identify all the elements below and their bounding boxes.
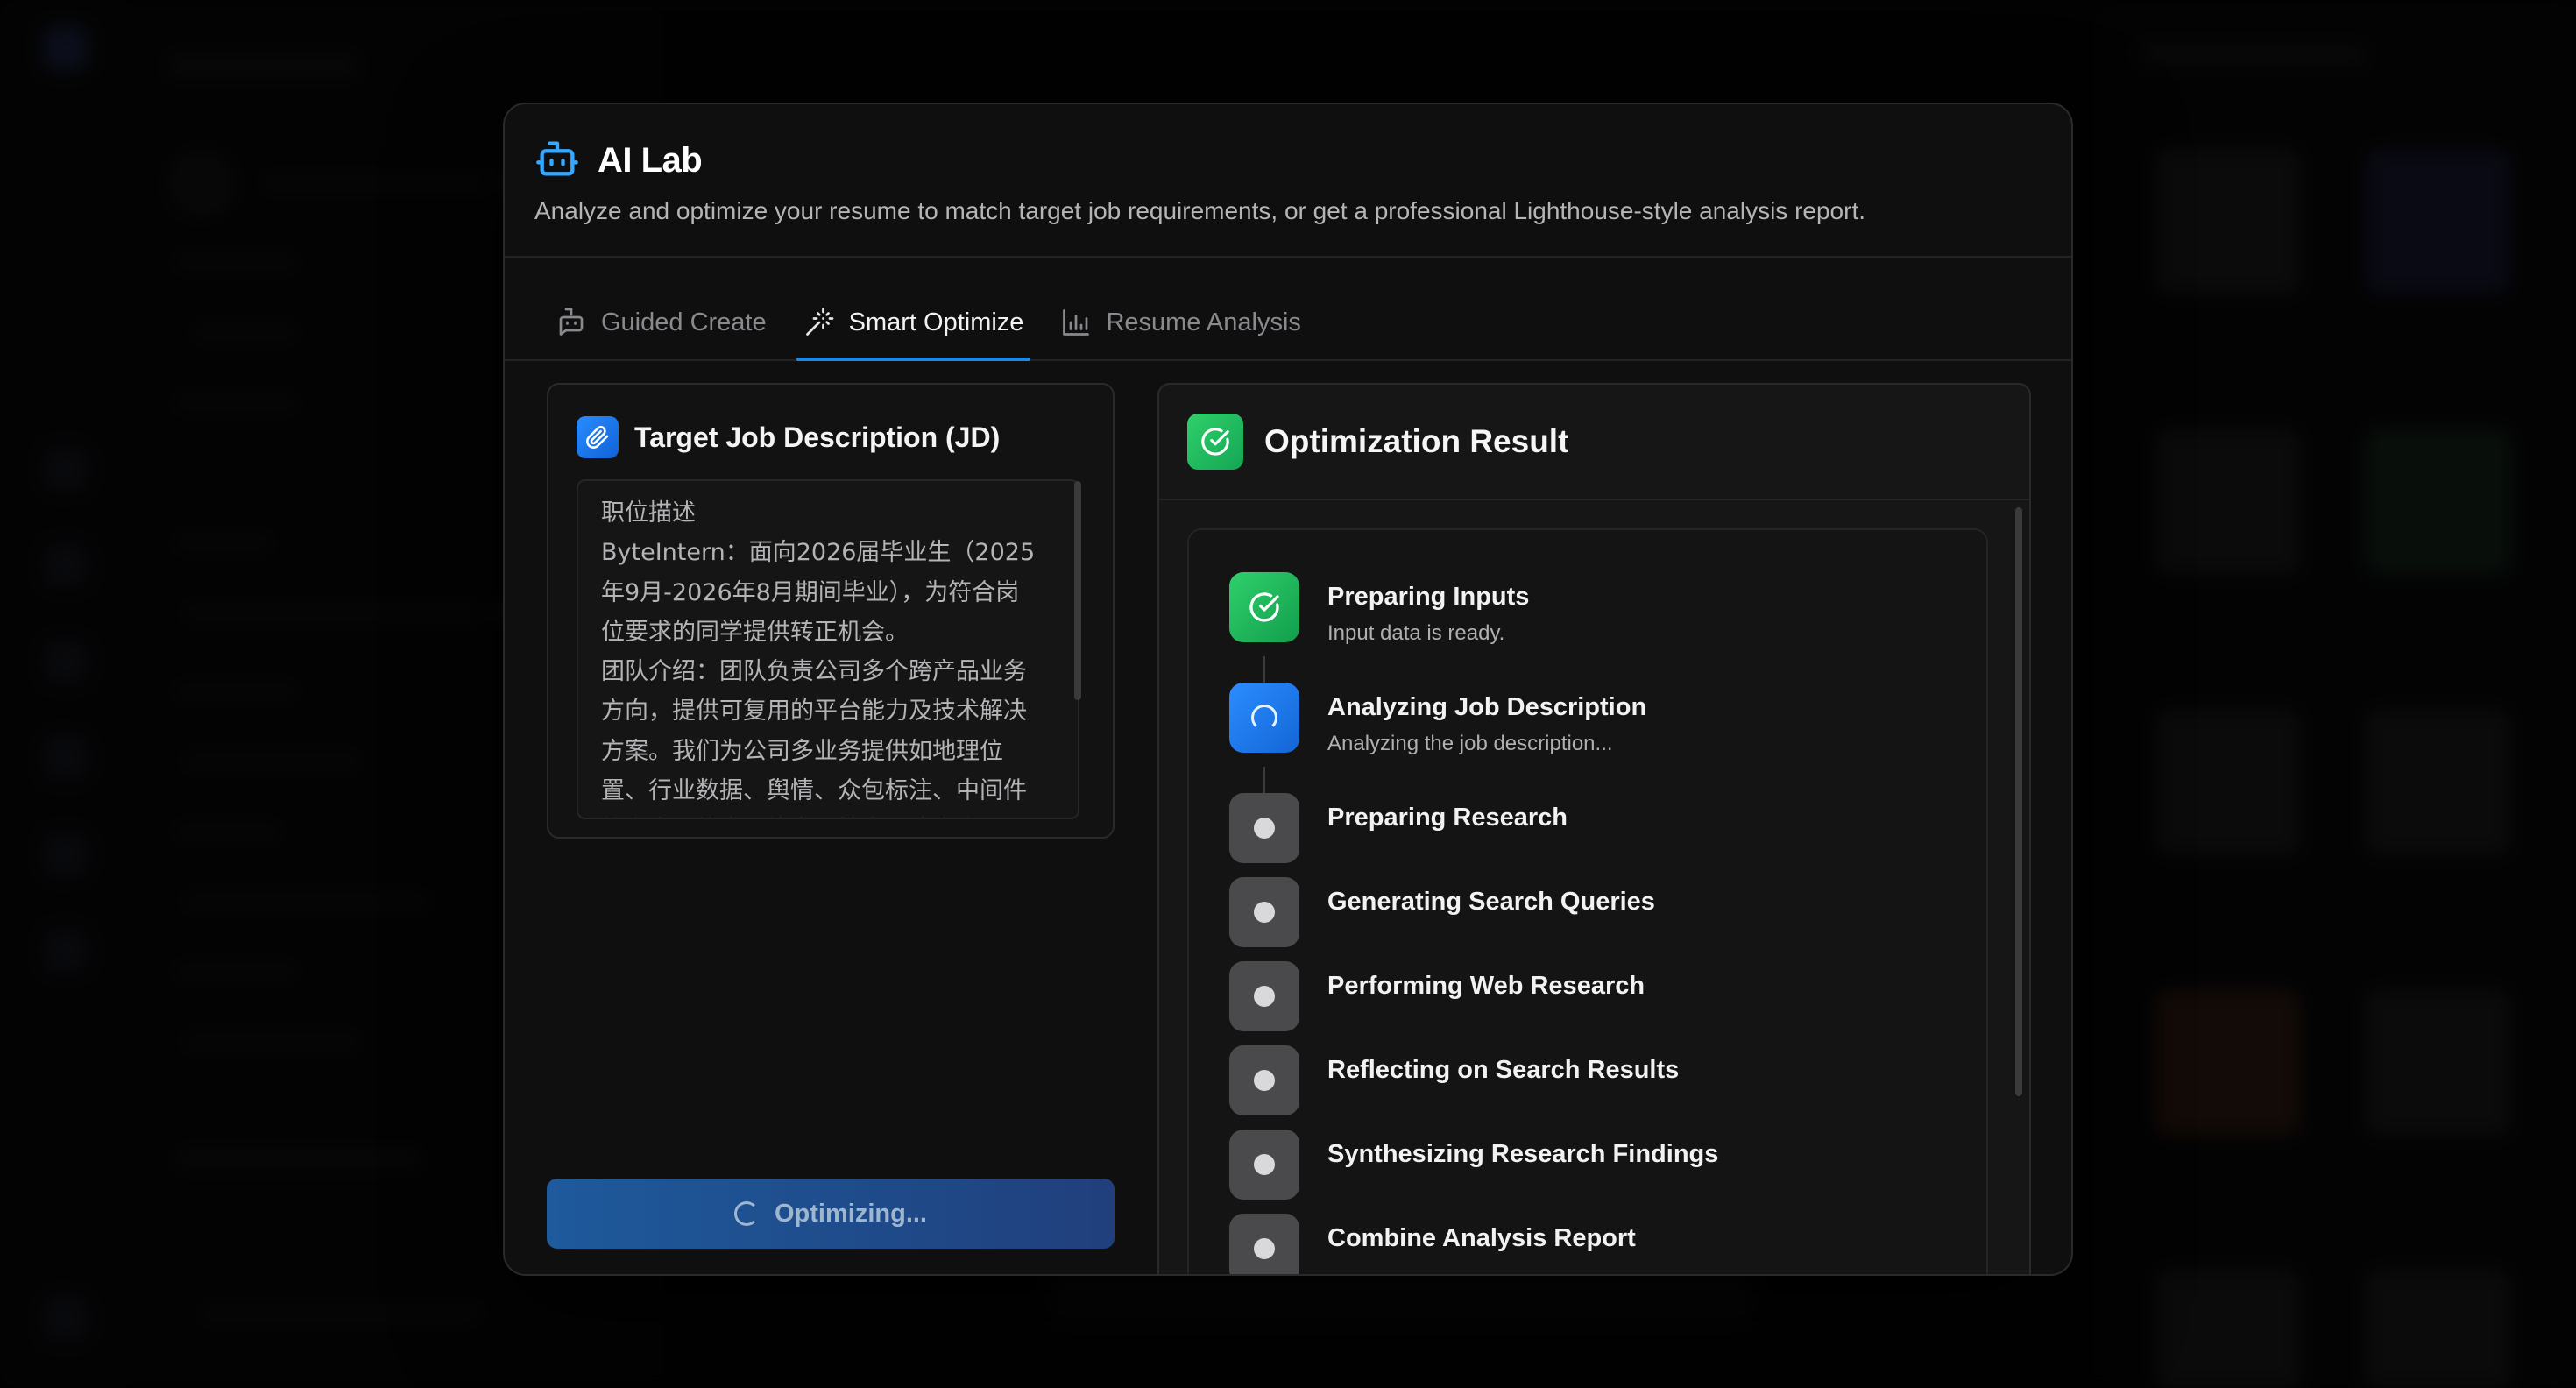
step-reflecting-on-search-results: Reflecting on Search Results — [1229, 1045, 1679, 1115]
tab-label: Guided Create — [601, 308, 767, 336]
step-generating-search-queries: Generating Search Queries — [1229, 877, 1655, 947]
jd-scrollbar[interactable] — [1074, 481, 1081, 700]
modal-title: AI Lab — [598, 140, 703, 180]
tab-resume-analysis[interactable]: Resume Analysis — [1060, 286, 1301, 359]
tab-guided-create[interactable]: Guided Create — [556, 286, 767, 359]
optimize-button-label: Optimizing... — [775, 1199, 927, 1228]
optimizing-button[interactable]: Optimizing... — [547, 1179, 1115, 1249]
check-circle-icon — [1229, 572, 1299, 642]
step-description: Input data is ready. — [1327, 621, 1505, 645]
tab-bar: Guided Create Smart Optimize Resume Anal… — [505, 258, 2071, 361]
step-label: Combine Analysis Report — [1327, 1224, 1636, 1252]
pending-dot-icon — [1229, 1130, 1299, 1200]
optimization-result-panel: Optimization Result Preparing Inputs Inp… — [1157, 383, 2031, 1274]
pending-dot-icon — [1229, 877, 1299, 947]
step-connector — [1263, 767, 1265, 793]
check-circle-icon — [1187, 414, 1243, 470]
tab-smart-optimize[interactable]: Smart Optimize — [796, 286, 1031, 361]
ai-lab-modal: AI Lab Analyze and optimize your resume … — [503, 103, 2073, 1276]
chat-bubble-icon — [559, 308, 584, 336]
step-label: Reflecting on Search Results — [1327, 1056, 1680, 1084]
step-analyzing-job-description: Analyzing Job Description Analyzing the … — [1229, 683, 1646, 756]
loading-spinner-icon — [1229, 683, 1299, 753]
job-description-panel: Target Job Description (JD) 职位描述 ByteInt… — [547, 383, 1115, 839]
pending-dot-icon — [1229, 1045, 1299, 1115]
bar-chart-icon — [1063, 309, 1090, 336]
spinner-icon — [734, 1201, 759, 1226]
paperclip-icon — [577, 416, 619, 458]
step-label: Synthesizing Research Findings — [1327, 1140, 1719, 1168]
step-label: Preparing Research — [1327, 804, 1568, 832]
step-description: Analyzing the job description... — [1327, 732, 1613, 755]
tab-label: Resume Analysis — [1106, 308, 1301, 336]
modal-subtitle: Analyze and optimize your resume to matc… — [534, 197, 1865, 224]
step-performing-web-research: Performing Web Research — [1229, 961, 1645, 1031]
step-label: Analyzing Job Description — [1327, 693, 1647, 721]
result-scrollbar[interactable] — [2015, 507, 2022, 1096]
step-label: Preparing Inputs — [1327, 583, 1530, 611]
pending-dot-icon — [1229, 1214, 1299, 1274]
step-label: Generating Search Queries — [1327, 888, 1655, 916]
jd-panel-title: Target Job Description (JD) — [634, 421, 1001, 453]
step-connector — [1263, 656, 1265, 683]
step-synthesizing-research-findings: Synthesizing Research Findings — [1229, 1130, 1718, 1200]
step-label: Performing Web Research — [1327, 972, 1645, 1000]
magic-wand-icon — [805, 308, 833, 336]
robot-icon — [534, 136, 598, 186]
pending-dot-icon — [1229, 793, 1299, 863]
modal-header: AI Lab Analyze and optimize your resume … — [505, 104, 2071, 258]
result-title: Optimization Result — [1264, 423, 1569, 459]
jd-textarea[interactable]: 职位描述 ByteIntern：面向2026届毕业生（2025年9月-2026年… — [577, 479, 1079, 819]
pending-dot-icon — [1229, 961, 1299, 1031]
step-combine-analysis-report: Combine Analysis Report — [1229, 1214, 1636, 1274]
step-preparing-research: Preparing Research — [1229, 793, 1568, 863]
tab-label: Smart Optimize — [848, 308, 1024, 336]
step-preparing-inputs: Preparing Inputs Input data is ready. — [1229, 572, 1529, 646]
progress-steps: Preparing Inputs Input data is ready. An… — [1187, 528, 1988, 1274]
